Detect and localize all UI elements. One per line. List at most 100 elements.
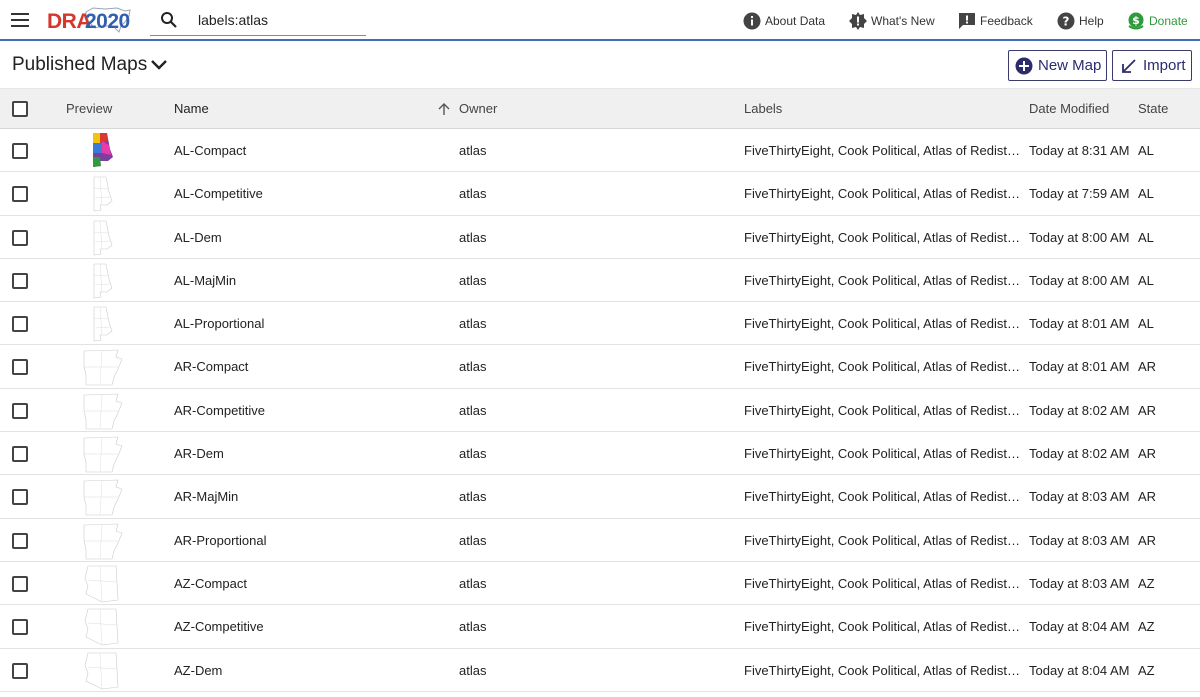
map-name[interactable]: AR-Competitive xyxy=(174,403,265,418)
map-preview-thumbnail[interactable] xyxy=(80,261,125,301)
map-owner: atlas xyxy=(459,619,487,635)
row-checkbox[interactable] xyxy=(12,532,28,549)
map-name[interactable]: AL-Dem xyxy=(174,230,222,245)
table-row[interactable]: AR-Proportional atlas FiveThirtyEight, Coo… xyxy=(0,519,1200,562)
map-preview-thumbnail[interactable] xyxy=(80,434,125,474)
row-checkbox[interactable] xyxy=(12,272,28,289)
import-label: Import xyxy=(1143,57,1186,74)
table-row[interactable]: AL-Proportional atlas FiveThirtyEight, Coo… xyxy=(0,302,1200,346)
table-row[interactable]: AZ-Dem atlas FiveThirtyEight, Cook Politic… xyxy=(0,649,1200,692)
map-owner: atlas xyxy=(459,532,487,548)
map-date-modified: Today at 7:59 AM xyxy=(1029,186,1130,202)
donate-link[interactable]: $ Donate xyxy=(1127,10,1188,32)
map-preview-thumbnail[interactable] xyxy=(80,607,125,647)
select-all-checkbox[interactable] xyxy=(12,101,28,117)
table-row[interactable]: AZ-Competitive atlas FiveThirtyEight, Cook… xyxy=(0,605,1200,649)
help-link[interactable]: ? Help xyxy=(1057,10,1104,32)
row-checkbox[interactable] xyxy=(12,186,28,203)
map-owner: atlas xyxy=(459,272,487,288)
map-name[interactable]: AL-MajMin xyxy=(174,273,236,288)
table-row[interactable]: AL-Compact atlas FiveThirtyEight, Cook Pol… xyxy=(0,129,1200,173)
chevron-down-icon[interactable] xyxy=(150,57,168,73)
table-row[interactable]: AL-Dem atlas FiveThirtyEight, Cook Politic… xyxy=(0,216,1200,259)
header-preview: Preview xyxy=(66,101,113,116)
table-row[interactable]: AL-MajMin atlas FiveThirtyEight, Cook Poli… xyxy=(0,259,1200,303)
map-name[interactable]: AL-Proportional xyxy=(174,316,264,331)
sort-arrow-up-icon[interactable] xyxy=(437,102,451,116)
header-name[interactable]: Name xyxy=(174,101,209,116)
map-name[interactable]: AZ-Competitive xyxy=(174,619,264,634)
map-owner: atlas xyxy=(459,575,487,591)
map-name[interactable]: AL-Competitive xyxy=(174,186,263,201)
map-preview-thumbnail[interactable] xyxy=(80,477,125,517)
app-logo[interactable]: DRA 2020 xyxy=(47,4,137,36)
row-checkbox[interactable] xyxy=(12,446,28,463)
row-checkbox[interactable] xyxy=(12,359,28,376)
new-map-label: New Map xyxy=(1038,57,1102,74)
row-checkbox[interactable] xyxy=(12,619,28,636)
table-row[interactable]: AR-Dem atlas FiveThirtyEight, Cook Politic… xyxy=(0,432,1200,476)
map-date-modified: Today at 8:01 AM xyxy=(1029,359,1130,375)
header-owner[interactable]: Owner xyxy=(459,101,497,116)
map-preview-thumbnail[interactable] xyxy=(80,347,125,387)
about-data-link[interactable]: About Data xyxy=(743,10,825,32)
map-labels: FiveThirtyEight, Cook Political, Atlas o… xyxy=(744,272,1022,288)
table-row[interactable]: AR-Competitive atlas FiveThirtyEight, Cook… xyxy=(0,389,1200,433)
import-arrow-icon xyxy=(1122,58,1136,73)
map-preview-thumbnail[interactable] xyxy=(80,391,125,431)
map-name[interactable]: AR-Dem xyxy=(174,446,224,461)
map-state: AL xyxy=(1138,272,1154,288)
feedback-link[interactable]: Feedback xyxy=(958,10,1033,32)
map-labels: FiveThirtyEight, Cook Political, Atlas o… xyxy=(744,359,1022,375)
row-checkbox[interactable] xyxy=(12,402,28,419)
menu-icon[interactable] xyxy=(11,13,29,27)
header-labels[interactable]: Labels xyxy=(744,101,782,116)
table-body: AL-Compact atlas FiveThirtyEight, Cook Pol… xyxy=(0,129,1200,692)
header-state[interactable]: State xyxy=(1138,101,1168,116)
table-row[interactable]: AZ-Compact atlas FiveThirtyEight, Cook Pol… xyxy=(0,562,1200,606)
map-preview-thumbnail[interactable] xyxy=(80,521,125,561)
map-name[interactable]: AR-MajMin xyxy=(174,489,238,504)
map-owner: atlas xyxy=(459,186,487,202)
whats-new-link[interactable]: What's New xyxy=(849,10,935,32)
map-name[interactable]: AR-Compact xyxy=(174,359,248,374)
map-preview-thumbnail[interactable] xyxy=(80,651,125,691)
map-preview-thumbnail[interactable] xyxy=(80,218,125,258)
row-checkbox[interactable] xyxy=(12,229,28,246)
new-map-button[interactable]: New Map xyxy=(1008,50,1107,81)
map-labels: FiveThirtyEight, Cook Political, Atlas o… xyxy=(744,143,1022,158)
table-header: Preview Name Owner Labels Date Modified … xyxy=(0,88,1200,129)
map-date-modified: Today at 8:31 AM xyxy=(1029,143,1130,158)
map-name[interactable]: AZ-Compact xyxy=(174,576,247,591)
map-name[interactable]: AL-Compact xyxy=(174,143,246,158)
table-row[interactable]: AR-MajMin atlas FiveThirtyEight, Cook Poli… xyxy=(0,475,1200,519)
table-row[interactable]: AL-Competitive atlas FiveThirtyEight, Cook… xyxy=(0,172,1200,216)
search-icon[interactable] xyxy=(160,11,178,29)
row-checkbox[interactable] xyxy=(12,662,28,679)
header-date-modified[interactable]: Date Modified xyxy=(1029,101,1109,116)
map-date-modified: Today at 8:00 AM xyxy=(1029,229,1130,245)
import-button[interactable]: Import xyxy=(1112,50,1192,81)
row-checkbox[interactable] xyxy=(12,489,28,506)
map-name[interactable]: AZ-Dem xyxy=(174,663,222,678)
map-state: AL xyxy=(1138,143,1154,158)
map-preview-thumbnail[interactable] xyxy=(80,304,125,344)
map-labels: FiveThirtyEight, Cook Political, Atlas o… xyxy=(744,575,1022,591)
map-preview-thumbnail[interactable] xyxy=(80,564,125,604)
search-input[interactable] xyxy=(198,9,363,31)
table-row[interactable]: AR-Compact atlas FiveThirtyEight, Cook Pol… xyxy=(0,345,1200,389)
map-state: AL xyxy=(1138,186,1154,202)
map-name[interactable]: AR-Proportional xyxy=(174,533,267,548)
whats-new-label: What's New xyxy=(871,14,935,28)
map-preview-thumbnail[interactable] xyxy=(80,131,125,171)
map-state: AZ xyxy=(1138,619,1155,635)
row-checkbox[interactable] xyxy=(12,575,28,592)
map-date-modified: Today at 8:02 AM xyxy=(1029,402,1130,418)
row-checkbox[interactable] xyxy=(12,316,28,333)
row-checkbox[interactable] xyxy=(12,143,28,159)
map-owner: atlas xyxy=(459,316,487,332)
map-preview-thumbnail[interactable] xyxy=(80,174,125,214)
map-state: AL xyxy=(1138,316,1154,332)
map-labels: FiveThirtyEight, Cook Political, Atlas o… xyxy=(744,316,1022,332)
map-state: AR xyxy=(1138,446,1157,462)
